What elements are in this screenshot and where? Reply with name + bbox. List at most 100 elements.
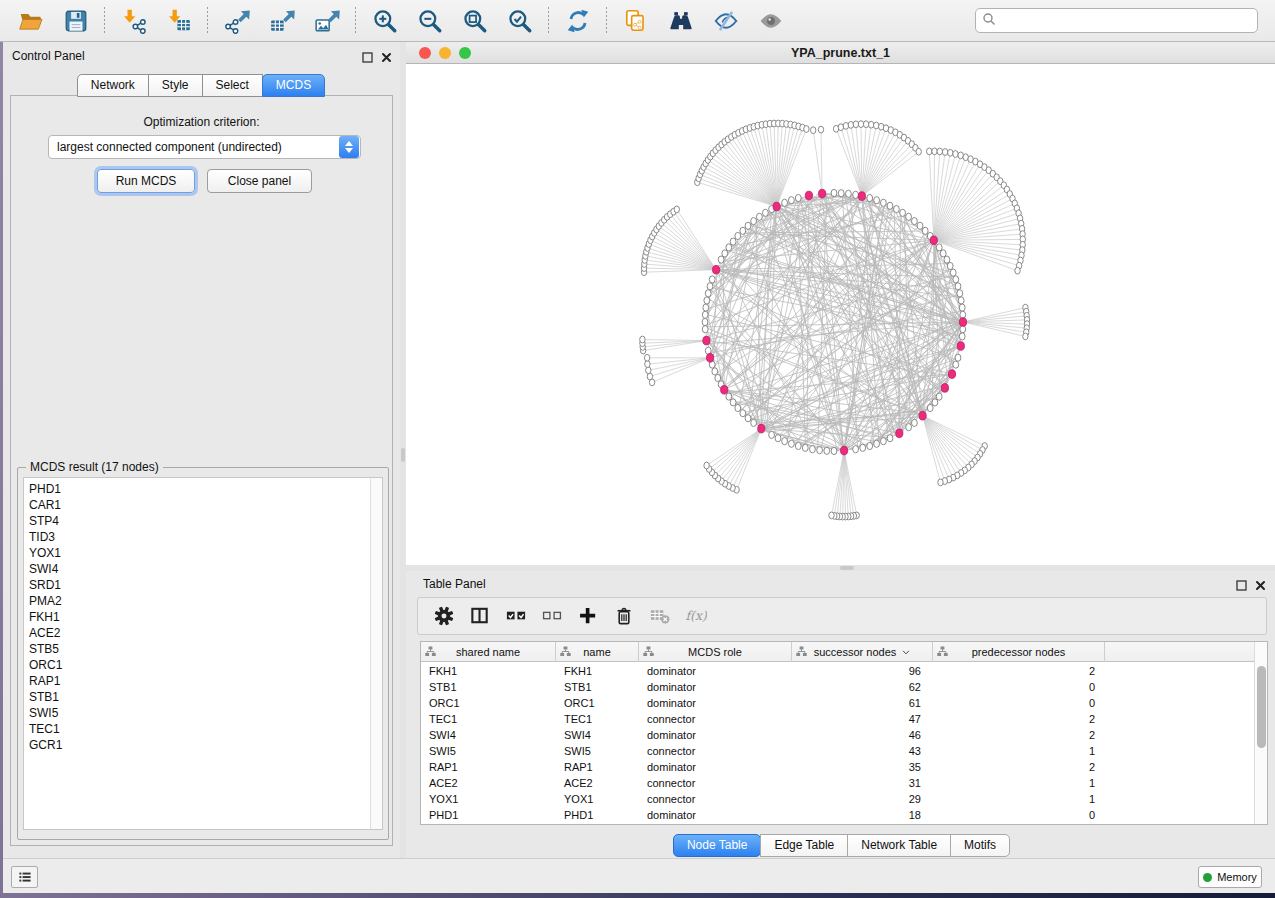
zoom-selected-icon[interactable] (501, 3, 538, 39)
table-row[interactable]: FKH1FKH1dominator962 (421, 663, 1255, 679)
network-view: YPA_prune.txt_1 (406, 42, 1275, 565)
tab-network-table[interactable]: Network Table (847, 834, 951, 857)
column-header[interactable]: name (556, 642, 639, 662)
delete-row-icon[interactable] (606, 601, 642, 631)
table-toolbar: f(x) (417, 597, 1267, 635)
clone-network-icon[interactable] (617, 3, 654, 39)
mcds-result-node[interactable]: FKH1 (24, 609, 382, 625)
save-icon[interactable] (57, 3, 94, 39)
table-row[interactable]: YOX1YOX1connector291 (421, 791, 1255, 807)
criterion-dropdown-value: largest connected component (undirected) (49, 140, 339, 154)
open-folder-icon[interactable] (12, 3, 49, 39)
column-header[interactable]: MCDS role (639, 642, 792, 662)
memory-label: Memory (1217, 871, 1257, 883)
export-table-icon[interactable] (263, 3, 300, 39)
mcds-list-scrollbar[interactable] (370, 478, 382, 829)
network-window-titlebar: YPA_prune.txt_1 (406, 42, 1275, 64)
column-header[interactable]: predecessor nodes (933, 642, 1105, 662)
mcds-result-node[interactable]: ORC1 (24, 657, 382, 673)
function-icon[interactable]: f(x) (678, 601, 714, 631)
close-panel-icon[interactable] (1255, 577, 1266, 595)
network-graph (406, 64, 1275, 565)
mcds-tab-content: Optimization criterion: largest connecte… (10, 95, 393, 846)
table-row[interactable]: ACE2ACE2connector311 (421, 775, 1255, 791)
network-canvas[interactable] (406, 64, 1275, 565)
table-row[interactable]: SWI5SWI5connector431 (421, 743, 1255, 759)
column-type-icon (796, 646, 807, 657)
float-panel-icon[interactable] (1236, 577, 1247, 595)
table-row[interactable]: ORC1ORC1dominator610 (421, 695, 1255, 711)
table-scrollbar-thumb[interactable] (1257, 666, 1266, 748)
add-row-icon[interactable] (570, 601, 606, 631)
table-header-row: shared namenameMCDS rolesuccessor nodesp… (421, 642, 1255, 662)
mcds-result-node[interactable]: STB1 (24, 689, 382, 705)
mcds-result-node[interactable]: RAP1 (24, 673, 382, 689)
table-row[interactable]: PHD1PHD1dominator180 (421, 807, 1255, 823)
dropdown-stepper-icon (339, 136, 359, 158)
zoom-in-icon[interactable] (366, 3, 403, 39)
mcds-result-node[interactable]: STP4 (24, 513, 382, 529)
mcds-result-node[interactable]: SRD1 (24, 577, 382, 593)
close-panel-icon[interactable] (381, 49, 392, 67)
status-bar: Memory (3, 858, 1275, 893)
column-header[interactable]: shared name (421, 642, 556, 662)
export-network-icon[interactable] (218, 3, 255, 39)
tab-network[interactable]: Network (77, 74, 149, 97)
mcds-result-node[interactable]: SWI5 (24, 705, 382, 721)
gear-icon[interactable] (426, 601, 462, 631)
table-row[interactable]: RAP1RAP1dominator352 (421, 759, 1255, 775)
show-all-icon[interactable] (752, 3, 789, 39)
columns-icon[interactable] (462, 601, 498, 631)
table-row[interactable]: TEC1TEC1connector472 (421, 711, 1255, 727)
refresh-icon[interactable] (559, 3, 596, 39)
tab-edge-table[interactable]: Edge Table (760, 834, 848, 857)
mcds-result-node[interactable]: TID3 (24, 529, 382, 545)
table-row[interactable]: SWI4SWI4dominator462 (421, 727, 1255, 743)
tab-node-table[interactable]: Node Table (673, 834, 762, 857)
mcds-result-node[interactable]: CAR1 (24, 497, 382, 513)
status-list-button[interactable] (11, 866, 38, 888)
criterion-dropdown[interactable]: largest connected component (undirected) (48, 135, 361, 159)
toolbar-separator (104, 7, 105, 35)
network-window-title: YPA_prune.txt_1 (406, 46, 1275, 60)
close-panel-button[interactable]: Close panel (207, 169, 312, 193)
search-input[interactable] (975, 8, 1258, 33)
first-neighbors-icon[interactable] (662, 3, 699, 39)
table-row[interactable]: STB1STB1dominator620 (421, 679, 1255, 695)
zoom-out-icon[interactable] (411, 3, 448, 39)
select-all-icon[interactable] (498, 601, 534, 631)
toolbar-separator (207, 7, 208, 35)
deselect-all-icon[interactable] (534, 601, 570, 631)
import-table-icon[interactable] (160, 3, 197, 39)
tab-motifs[interactable]: Motifs (950, 834, 1010, 857)
mcds-result-node[interactable]: PHD1 (24, 481, 382, 497)
mcds-result-list[interactable]: PHD1CAR1STP4TID3YOX1SWI4SRD1PMA2FKH1ACE2… (23, 477, 383, 830)
table-tabs: Node TableEdge TableNetwork TableMotifs (406, 834, 1275, 857)
column-type-icon (937, 646, 948, 657)
export-image-icon[interactable] (308, 3, 345, 39)
delete-table-icon[interactable] (642, 601, 678, 631)
column-header[interactable]: successor nodes (792, 642, 933, 662)
hide-selected-icon[interactable] (707, 3, 744, 39)
mcds-result-group: MCDS result (17 nodes) PHD1CAR1STP4TID3Y… (17, 467, 389, 840)
tab-select[interactable]: Select (202, 74, 263, 97)
float-panel-icon[interactable] (362, 49, 373, 67)
memory-button[interactable]: Memory (1198, 866, 1262, 888)
import-network-icon[interactable] (115, 3, 152, 39)
column-type-icon (560, 646, 571, 657)
tab-style[interactable]: Style (148, 74, 203, 97)
mcds-result-node[interactable]: GCR1 (24, 737, 382, 753)
mcds-result-node[interactable]: YOX1 (24, 545, 382, 561)
mcds-result-node[interactable]: PMA2 (24, 593, 382, 609)
run-mcds-button[interactable]: Run MCDS (97, 169, 195, 193)
column-type-icon (425, 646, 436, 657)
zoom-fit-icon[interactable] (456, 3, 493, 39)
mcds-result-node[interactable]: STB5 (24, 641, 382, 657)
mcds-result-node[interactable]: ACE2 (24, 625, 382, 641)
control-panel: Control Panel NetworkStyleSelectMCDS Opt… (3, 42, 400, 858)
svg-text:f(x): f(x) (685, 608, 707, 623)
mcds-result-node[interactable]: TEC1 (24, 721, 382, 737)
tab-mcds[interactable]: MCDS (262, 74, 325, 97)
table-scrollbar[interactable] (1254, 642, 1267, 824)
mcds-result-node[interactable]: SWI4 (24, 561, 382, 577)
